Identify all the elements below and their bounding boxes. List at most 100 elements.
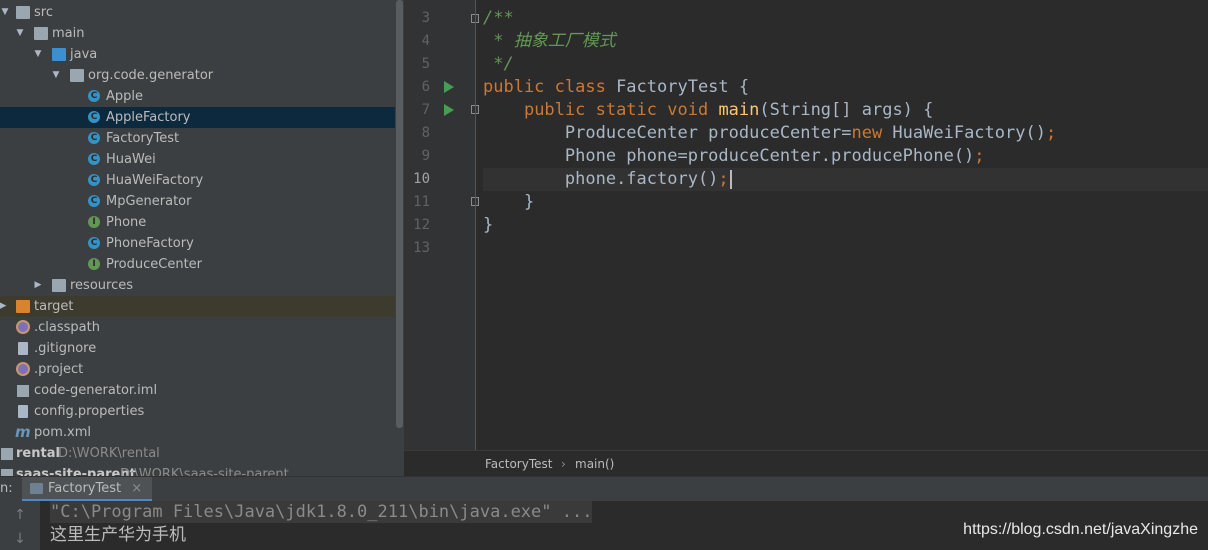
- maven-icon: m: [15, 423, 31, 441]
- expand-arrow-icon[interactable]: ▼: [33, 44, 43, 65]
- close-icon[interactable]: ×: [131, 481, 142, 496]
- breadcrumb-separator: ›: [561, 457, 566, 471]
- resources-folder-icon: [52, 279, 66, 292]
- tree-item-label: .project: [34, 362, 84, 377]
- class-icon: C: [88, 153, 100, 165]
- tree-item-class[interactable]: C Apple: [0, 86, 395, 107]
- breadcrumb: FactoryTest › main(): [404, 450, 1208, 476]
- watermark: https://blog.csdn.net/javaXingzhe: [963, 521, 1198, 538]
- gutter-divider: [475, 0, 476, 450]
- tree-item-label: FactoryTest: [106, 131, 180, 146]
- class-icon: C: [88, 132, 100, 144]
- source-folder-icon: [52, 48, 66, 61]
- expand-arrow-icon[interactable]: ▼: [15, 23, 25, 44]
- tree-item-package[interactable]: ▼ org.code.generator: [0, 65, 395, 86]
- module-icon: [1, 469, 13, 476]
- run-panel-prefix: n:: [0, 481, 13, 496]
- module-path: D:\WORK\rental: [58, 446, 160, 461]
- semicolon: ;: [974, 146, 985, 166]
- tree-item-label: .classpath: [34, 320, 100, 335]
- tree-item-label: .gitignore: [34, 341, 97, 356]
- tree-item-label: rental: [16, 446, 60, 461]
- module-file-icon: [17, 385, 29, 397]
- properties-file-icon: [18, 405, 28, 418]
- breadcrumb-class[interactable]: FactoryTest: [485, 451, 552, 477]
- code-text: ProduceCenter produceCenter=: [564, 123, 852, 143]
- tree-item-label: code-generator.iml: [34, 383, 158, 398]
- code-area[interactable]: /** * 抽象工厂模式 */ public class FactoryTest…: [483, 0, 1208, 450]
- tree-item-file[interactable]: code-generator.iml: [0, 380, 395, 401]
- tree-item-file[interactable]: .project: [0, 359, 395, 380]
- excluded-folder-icon: [16, 300, 30, 313]
- scroll-up-icon[interactable]: ↑: [12, 506, 28, 524]
- line-number: 12: [413, 217, 430, 233]
- tree-item-src[interactable]: ▼ src: [0, 2, 395, 23]
- collapsed-arrow-icon[interactable]: ▶: [33, 275, 43, 296]
- tree-item-label: saas-site-parent: [16, 467, 136, 476]
- tree-item-class[interactable]: C HuaWeiFactory: [0, 170, 395, 191]
- keyword: public class: [483, 77, 606, 97]
- tree-scrollbar[interactable]: [395, 0, 404, 476]
- tree-item-interface[interactable]: I ProduceCenter: [0, 254, 395, 275]
- tree-item-file[interactable]: .gitignore: [0, 338, 395, 359]
- tree-item-label: src: [34, 5, 53, 20]
- tree-item-label: HuaWei: [106, 152, 156, 167]
- code-text: }: [523, 192, 535, 212]
- tree-item-module[interactable]: rental D:\WORK\rental: [0, 443, 395, 464]
- tree-item-label: org.code.generator: [88, 68, 214, 83]
- tree-item-interface[interactable]: I Phone: [0, 212, 395, 233]
- tree-item-class[interactable]: C MpGenerator: [0, 191, 395, 212]
- code-line-9: Phone phone=produceCenter.producePhone()…: [483, 145, 985, 168]
- collapsed-arrow-icon[interactable]: ▶: [0, 296, 8, 317]
- line-number: 4: [421, 33, 430, 49]
- code-line-4: * 抽象工厂模式: [483, 30, 615, 53]
- code-text: HuaWeiFactory(): [882, 123, 1046, 143]
- tree-item-class-selected[interactable]: C AppleFactory: [0, 107, 395, 128]
- tree-item-label: HuaWeiFactory: [106, 173, 204, 188]
- tree-item-java[interactable]: ▼ java: [0, 44, 395, 65]
- tree-item-target[interactable]: ▶ target: [0, 296, 395, 317]
- run-tab[interactable]: FactoryTest ×: [22, 477, 153, 501]
- interface-icon: I: [88, 258, 100, 270]
- tree-item-module[interactable]: saas-site-parent D:\WORK\saas-site-paren…: [0, 464, 395, 476]
- text-caret: [729, 169, 732, 189]
- editor-gutter: 3 4 5 6 7 8 9 10 11 12 13: [404, 0, 479, 450]
- line-number: 8: [421, 125, 430, 141]
- line-number-current: 10: [413, 171, 430, 187]
- tree-item-label: pom.xml: [34, 425, 91, 440]
- code-editor[interactable]: 3 4 5 6 7 8 9 10 11 12 13 /** * 抽象工厂模式 *…: [404, 0, 1208, 476]
- tree-item-label: Phone: [106, 215, 147, 230]
- semicolon: ;: [718, 169, 729, 189]
- folder-icon: [16, 6, 30, 19]
- expand-arrow-icon[interactable]: ▼: [0, 2, 10, 23]
- code-line-8: ProduceCenter produceCenter=new HuaWeiFa…: [483, 122, 1056, 145]
- tree-item-file[interactable]: m pom.xml: [0, 422, 395, 443]
- tree-item-label: ProduceCenter: [106, 257, 203, 272]
- scrollbar-thumb[interactable]: [396, 0, 403, 428]
- code-line-7: public static void main(String[] args) {: [483, 99, 933, 122]
- method-name: main: [718, 100, 760, 120]
- run-tab-label: FactoryTest: [48, 481, 122, 496]
- tree-item-label: AppleFactory: [106, 110, 191, 125]
- keyword: new: [851, 123, 883, 143]
- scroll-down-icon[interactable]: ↓: [12, 530, 28, 548]
- tree-item-class[interactable]: C FactoryTest: [0, 128, 395, 149]
- tree-item-file[interactable]: .classpath: [0, 317, 395, 338]
- code-line-3: /**: [483, 7, 514, 30]
- expand-arrow-icon[interactable]: ▼: [51, 65, 61, 86]
- run-class-icon[interactable]: [444, 81, 454, 93]
- code-line-11: }: [483, 191, 534, 214]
- doc-comment: /**: [483, 8, 514, 28]
- run-main-icon[interactable]: [444, 104, 454, 116]
- tree-item-class[interactable]: C PhoneFactory: [0, 233, 395, 254]
- tree-item-file[interactable]: config.properties: [0, 401, 395, 422]
- breadcrumb-method[interactable]: main(): [575, 451, 614, 477]
- line-number: 7: [421, 102, 430, 118]
- tree-item-class[interactable]: C HuaWei: [0, 149, 395, 170]
- module-icon: [1, 448, 13, 460]
- tree-item-resources[interactable]: ▶ resources: [0, 275, 395, 296]
- package-icon: [70, 69, 84, 82]
- tree-item-label: target: [34, 299, 74, 314]
- line-number: 3: [421, 10, 430, 26]
- tree-item-main[interactable]: ▼ main: [0, 23, 395, 44]
